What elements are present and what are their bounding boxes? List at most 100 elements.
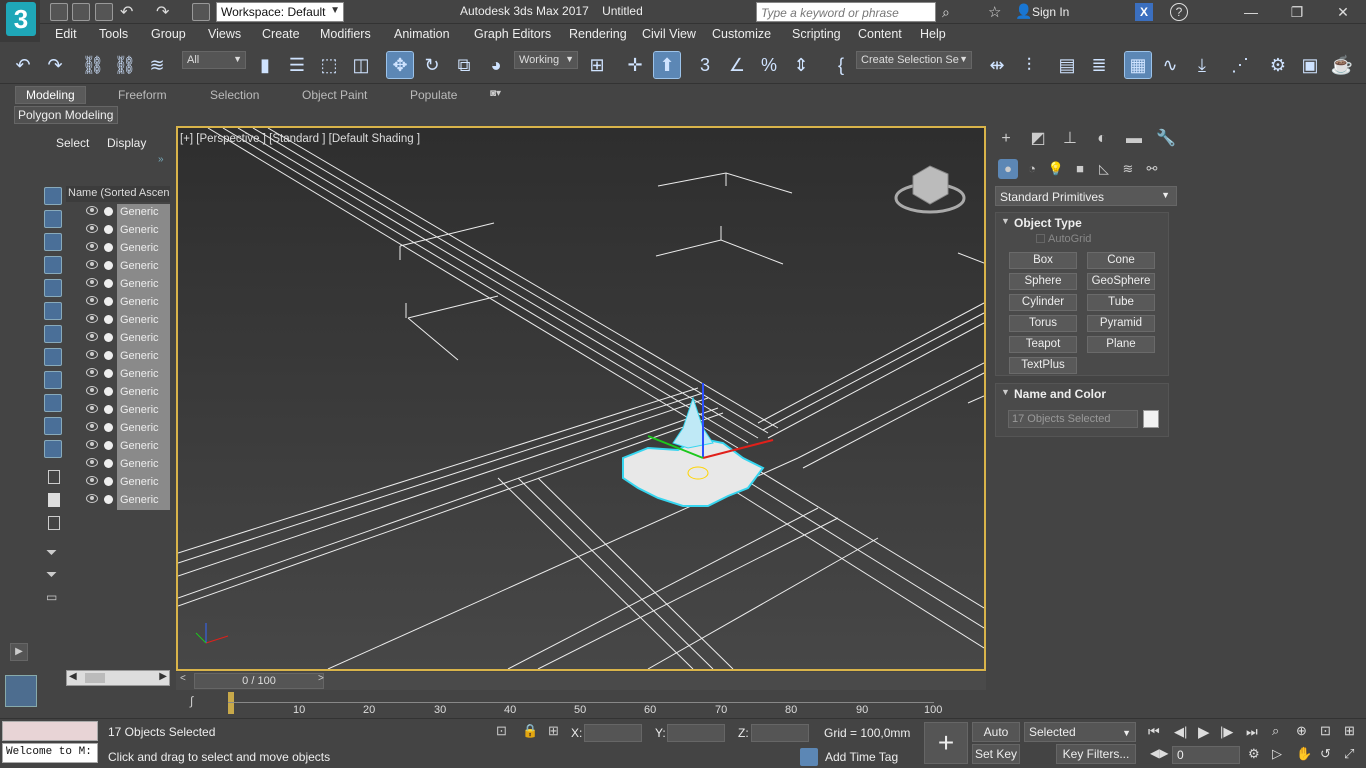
app-logo[interactable]: 3 bbox=[0, 0, 40, 42]
autogrid-checkbox[interactable] bbox=[1036, 234, 1045, 243]
list-item[interactable]: Generic bbox=[80, 294, 170, 312]
freeze-dot-icon[interactable] bbox=[104, 279, 113, 288]
scroll-left-icon[interactable]: ◀ bbox=[69, 671, 77, 682]
undo-icon[interactable]: ↶ bbox=[120, 2, 133, 22]
manipulate-icon[interactable]: ✛ bbox=[622, 52, 648, 78]
redo-icon[interactable]: ↷ bbox=[156, 2, 169, 22]
menu-modifiers[interactable]: Modifiers bbox=[320, 27, 371, 41]
collapse-icon[interactable]: ▼ bbox=[1001, 387, 1010, 397]
visibility-eye-icon[interactable] bbox=[86, 296, 98, 305]
zoom-icon[interactable]: ⌕ bbox=[1272, 723, 1279, 739]
project-folder-icon[interactable] bbox=[192, 3, 210, 21]
visibility-eye-icon[interactable] bbox=[86, 242, 98, 251]
exchange-icon[interactable]: X bbox=[1135, 3, 1153, 21]
freeze-dot-icon[interactable] bbox=[104, 261, 113, 270]
display-all-icon[interactable] bbox=[48, 470, 60, 484]
menu-rendering[interactable]: Rendering bbox=[569, 27, 627, 41]
close-button[interactable]: ✕ bbox=[1320, 0, 1366, 24]
maximize-viewport-icon[interactable]: ⤢ bbox=[1344, 746, 1354, 762]
list-item[interactable]: Generic bbox=[80, 240, 170, 258]
visibility-eye-icon[interactable] bbox=[86, 260, 98, 269]
list-item[interactable]: Generic bbox=[80, 384, 170, 402]
sphere-button[interactable]: Sphere bbox=[1009, 273, 1077, 290]
list-item[interactable]: Generic bbox=[80, 366, 170, 384]
visibility-eye-icon[interactable] bbox=[86, 494, 98, 503]
track-bar[interactable]: ∫ 10 20 30 40 50 60 70 80 90 100 bbox=[176, 690, 986, 718]
visibility-eye-icon[interactable] bbox=[86, 224, 98, 233]
auto-key-button[interactable]: Auto Key bbox=[972, 722, 1020, 757]
percent-snap-icon[interactable]: % bbox=[756, 52, 782, 78]
collapse-icon[interactable]: ▼ bbox=[1001, 216, 1010, 226]
list-item[interactable]: Generic bbox=[80, 492, 170, 510]
filter-hidden-icon[interactable] bbox=[44, 440, 62, 458]
lock-selection-icon[interactable]: 🔒 bbox=[522, 723, 538, 739]
freeze-dot-icon[interactable] bbox=[104, 459, 113, 468]
torus-button[interactable]: Torus bbox=[1009, 315, 1077, 332]
prev-frame-icon[interactable]: < bbox=[180, 673, 186, 684]
scroll-right-icon[interactable]: ▶ bbox=[159, 671, 167, 682]
maxscript-listener-pink[interactable] bbox=[2, 721, 98, 741]
dope-sheet-icon[interactable]: ⤓ bbox=[1189, 52, 1215, 78]
freeze-dot-icon[interactable] bbox=[104, 243, 113, 252]
polygon-modeling-panel[interactable]: Polygon Modeling bbox=[14, 106, 118, 124]
motion-tab-icon[interactable]: ◐ bbox=[1091, 128, 1113, 150]
display-none-icon[interactable] bbox=[48, 493, 60, 507]
freeze-dot-icon[interactable] bbox=[104, 477, 113, 486]
column-header-name[interactable]: Name (Sorted Ascending) bbox=[66, 186, 170, 202]
filter-frozen-icon[interactable] bbox=[44, 417, 62, 435]
visibility-eye-icon[interactable] bbox=[86, 368, 98, 377]
tab-object-paint[interactable]: Object Paint bbox=[302, 88, 367, 102]
open-file-icon[interactable] bbox=[72, 3, 90, 21]
viewport-label[interactable]: [+] [Perspective ] [Standard ] [Default … bbox=[180, 133, 420, 145]
save-file-icon[interactable] bbox=[95, 3, 113, 21]
category-dropdown[interactable]: Standard Primitives ▼ bbox=[995, 186, 1177, 206]
menu-scripting[interactable]: Scripting bbox=[792, 27, 841, 41]
sign-in-button[interactable]: Sign In bbox=[1032, 5, 1069, 19]
go-to-start-icon[interactable]: ⏮ bbox=[1148, 724, 1160, 740]
set-key-big-button[interactable]: + bbox=[924, 722, 968, 764]
tab-freeform[interactable]: Freeform bbox=[118, 88, 167, 102]
shapes-icon[interactable]: ◔ bbox=[1022, 159, 1042, 179]
time-slider[interactable]: < 0 / 100 > bbox=[176, 672, 986, 690]
visibility-eye-icon[interactable] bbox=[86, 386, 98, 395]
cone-button[interactable]: Cone bbox=[1087, 252, 1155, 269]
redo-icon[interactable]: ↷ bbox=[42, 52, 68, 78]
scene-layers-icon[interactable]: ≣ bbox=[1086, 52, 1112, 78]
pyramid-button[interactable]: Pyramid bbox=[1087, 315, 1155, 332]
select-object-icon[interactable]: ▮ bbox=[252, 52, 278, 78]
zoom-extents-all-icon[interactable]: ⊞ bbox=[1344, 723, 1355, 739]
teapot-button[interactable]: Teapot bbox=[1009, 336, 1077, 353]
ribbon-options-icon[interactable]: ◙▾ bbox=[490, 88, 501, 99]
visibility-eye-icon[interactable] bbox=[86, 422, 98, 431]
helpers-icon[interactable]: ◺ bbox=[1094, 159, 1114, 179]
x-coordinate-field[interactable] bbox=[584, 724, 642, 742]
key-mode-toggle-icon[interactable]: ◀▶ bbox=[1150, 746, 1168, 760]
freeze-dot-icon[interactable] bbox=[104, 441, 113, 450]
search-input[interactable]: Type a keyword or phrase bbox=[756, 2, 936, 22]
material-editor-icon[interactable]: ⚙ bbox=[1265, 52, 1291, 78]
menu-create[interactable]: Create bbox=[262, 27, 300, 41]
orbit-icon[interactable]: ↺ bbox=[1320, 746, 1331, 762]
named-selection-set-dropdown[interactable]: Create Selection Se ▼ bbox=[856, 51, 972, 69]
filter-cameras-icon[interactable] bbox=[44, 256, 62, 274]
list-item[interactable]: Generic bbox=[80, 438, 170, 456]
unlink-icon[interactable]: ⛓ bbox=[112, 52, 138, 78]
filter-shapes-icon[interactable] bbox=[44, 210, 62, 228]
scene-explorer-hscrollbar[interactable]: ◀ ▶ bbox=[66, 670, 170, 686]
object-color-swatch[interactable] bbox=[1143, 410, 1159, 428]
visibility-eye-icon[interactable] bbox=[86, 476, 98, 485]
absolute-mode-icon[interactable]: ⊞ bbox=[548, 723, 559, 739]
freeze-dot-icon[interactable] bbox=[104, 405, 113, 414]
freeze-dot-icon[interactable] bbox=[104, 387, 113, 396]
maxscript-mini-listener[interactable]: Welcome to M: bbox=[2, 743, 98, 763]
next-frame-icon[interactable]: > bbox=[318, 673, 324, 684]
menu-civil-view[interactable]: Civil View bbox=[642, 27, 696, 41]
geometry-icon[interactable]: ● bbox=[998, 159, 1018, 179]
filter-containers-icon[interactable] bbox=[44, 394, 62, 412]
menu-content[interactable]: Content bbox=[858, 27, 902, 41]
systems-icon[interactable]: ⚯ bbox=[1142, 159, 1162, 179]
visibility-eye-icon[interactable] bbox=[86, 314, 98, 323]
menu-help[interactable]: Help bbox=[920, 27, 946, 41]
menu-tools[interactable]: Tools bbox=[99, 27, 128, 41]
set-key-button[interactable]: Set Key bbox=[972, 744, 1020, 764]
